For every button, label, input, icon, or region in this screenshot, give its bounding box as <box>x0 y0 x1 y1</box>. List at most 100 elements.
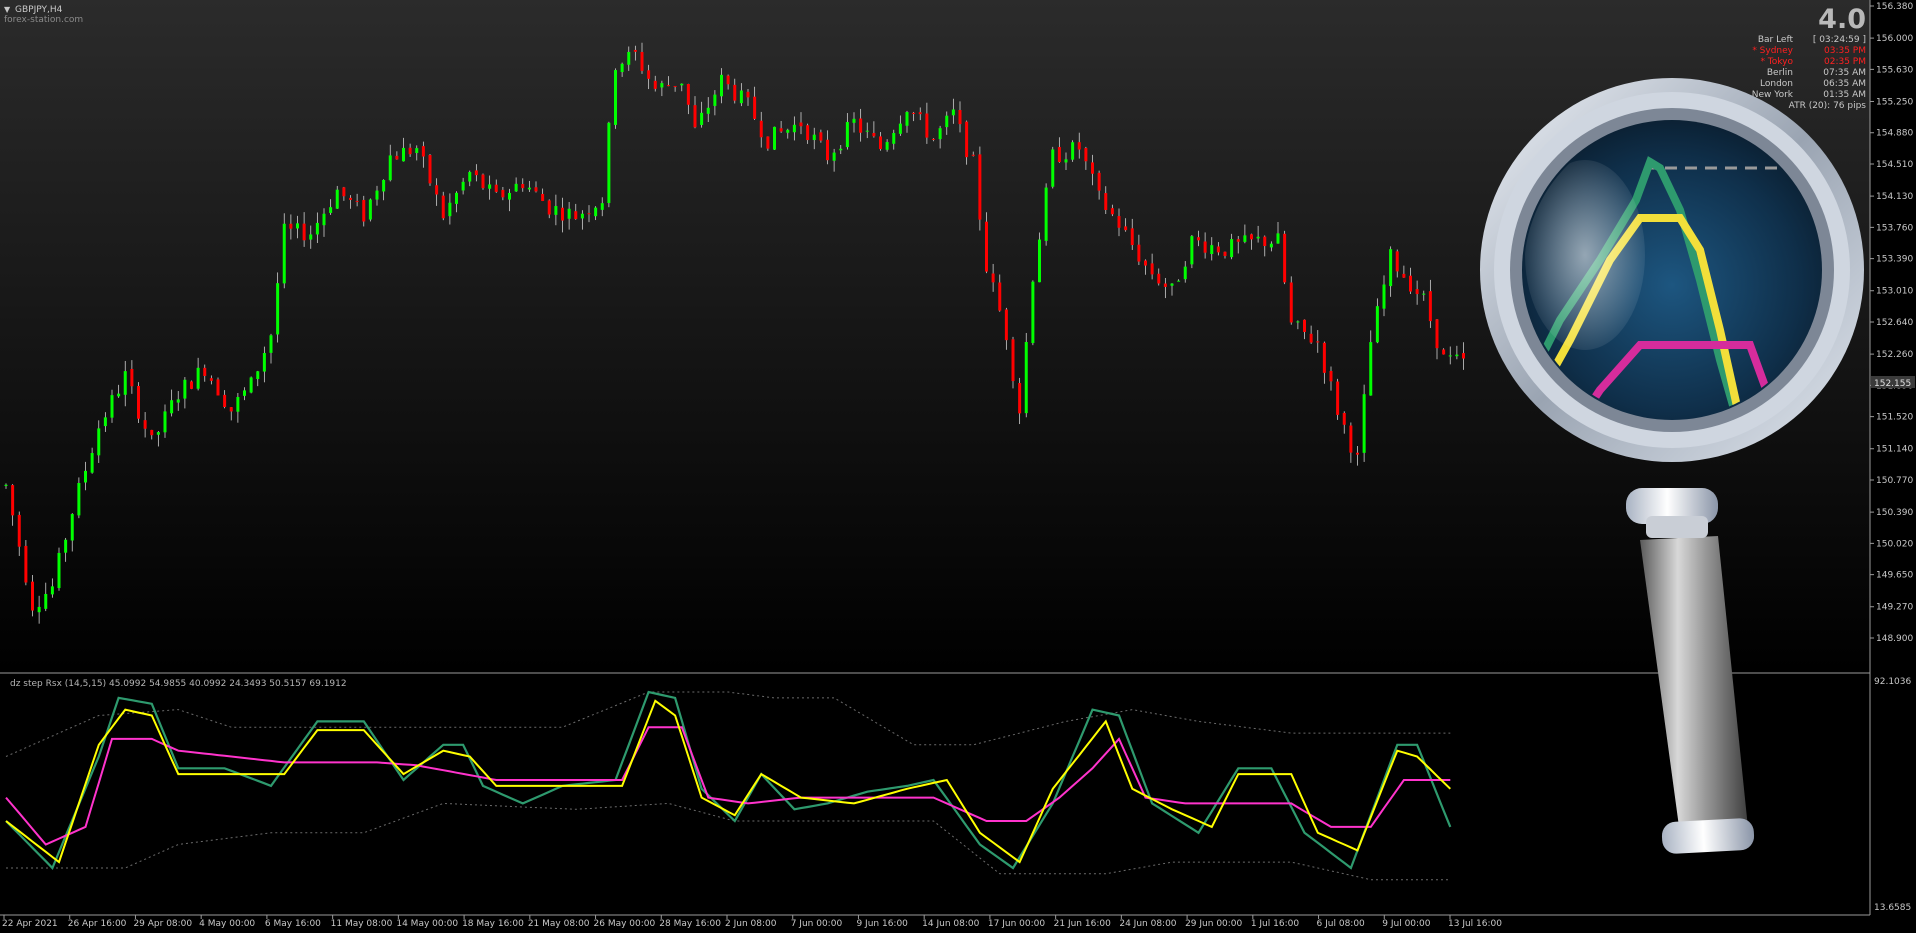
candle-body <box>885 142 889 150</box>
candle-body <box>514 183 518 192</box>
candle-body <box>1223 251 1227 256</box>
candle-body <box>1084 148 1088 162</box>
candle-body <box>1057 147 1061 163</box>
candle-body <box>1177 280 1181 282</box>
candle-body <box>216 379 220 396</box>
session-name: * Sydney <box>1752 46 1793 56</box>
candle-body <box>547 200 551 215</box>
price-tick-label: 150.770 <box>1876 476 1913 486</box>
time-tick-label: 18 May 16:00 <box>462 919 524 929</box>
candle-body <box>594 207 598 217</box>
candle-body <box>958 109 962 125</box>
current-price-value: 152.155 <box>1874 379 1911 389</box>
candle-body <box>309 234 313 240</box>
candle-body <box>1104 193 1108 210</box>
candle-body <box>951 109 955 116</box>
candle-body <box>441 195 445 219</box>
candle-body <box>554 206 558 215</box>
time-tick-label: 28 May 16:00 <box>659 919 721 929</box>
candle-body <box>852 118 856 123</box>
candle-body <box>461 181 465 191</box>
candle-body <box>580 213 584 219</box>
candle-body <box>501 189 505 198</box>
time-tick-label: 24 Jun 08:00 <box>1119 919 1176 929</box>
candle-body <box>647 70 651 79</box>
chart-menu-arrow-icon[interactable]: ▼ <box>4 5 11 14</box>
candle-body <box>1216 246 1220 253</box>
candle-body <box>468 172 472 182</box>
candle-body <box>826 139 829 161</box>
candle-body <box>587 213 591 215</box>
candle-body <box>362 199 366 222</box>
indicator-label: dz step Rsx (14,5,15) 45.0992 54.9855 40… <box>10 679 347 689</box>
candle-body <box>117 393 121 397</box>
bar-left-value: [ 03:24:59 ] <box>1813 35 1866 45</box>
candle-body <box>44 593 48 609</box>
candle-body <box>130 368 134 387</box>
indicator-max-label: 92.1036 <box>1874 677 1911 687</box>
price-tick-label: 151.140 <box>1876 445 1913 455</box>
candle-body <box>421 146 425 157</box>
candle-body <box>1442 349 1446 355</box>
candle-body <box>686 83 690 105</box>
time-axis-ticks: 22 Apr 2021 26 Apr 16:00 29 Apr 08:00 4 May… <box>2 915 1502 929</box>
candle-body <box>1150 263 1154 275</box>
candle-body <box>70 514 74 541</box>
candle-body <box>746 91 750 98</box>
candle-body <box>256 371 260 380</box>
candle-body <box>1110 208 1114 215</box>
time-tick-label: 14 Jun 08:00 <box>922 919 979 929</box>
candle-body <box>1044 187 1048 241</box>
candle-body <box>965 121 969 158</box>
candle-body <box>455 192 458 204</box>
candle-body <box>428 154 432 184</box>
session-name: * Tokyo <box>1760 57 1793 67</box>
session-name: London <box>1760 79 1793 89</box>
candle-body <box>633 49 637 52</box>
candle-body <box>1077 142 1081 150</box>
time-tick-label: 9 Jul 00:00 <box>1382 919 1431 929</box>
candle-body <box>415 148 419 153</box>
price-tick-label: 154.510 <box>1876 160 1913 170</box>
candle-body <box>713 94 717 106</box>
candle-body <box>872 132 876 137</box>
price-tick-label: 150.390 <box>1876 508 1913 518</box>
candle-body <box>812 134 816 141</box>
candle-body <box>574 211 578 220</box>
candle-body <box>223 394 227 407</box>
candle-body <box>156 432 160 435</box>
candle-body <box>799 122 803 127</box>
candle-body <box>1395 251 1399 272</box>
candle-body <box>680 83 684 86</box>
candle-body <box>150 429 154 436</box>
time-tick-label: 7 Jun 00:00 <box>791 919 843 929</box>
candle-body <box>97 428 101 456</box>
price-tick-label: 150.020 <box>1876 539 1913 549</box>
candle-body <box>978 154 982 220</box>
candle-body <box>845 122 849 148</box>
trading-chart[interactable]: 156.380 156.000 155.630 155.250 154.880 154.5… <box>0 0 1916 933</box>
candle-body <box>640 51 644 71</box>
candle-body <box>541 193 545 201</box>
candle-body <box>349 197 352 200</box>
candle-body <box>779 128 783 132</box>
candle-body <box>567 208 571 219</box>
candle-body <box>1428 291 1432 322</box>
candle-body <box>1362 394 1366 453</box>
candle-body <box>137 385 140 419</box>
candle-body <box>1004 309 1008 341</box>
candle-body <box>620 63 624 73</box>
candle-body <box>302 223 306 241</box>
candle-body <box>739 90 743 104</box>
candle-body <box>57 552 61 589</box>
candle-body <box>1283 233 1287 283</box>
time-tick-label: 4 May 00:00 <box>199 919 255 929</box>
candle-body <box>1137 244 1141 262</box>
price-tick-label: 149.650 <box>1876 571 1913 581</box>
time-tick-label: 26 May 00:00 <box>594 919 656 929</box>
bar-left-label: Bar Left <box>1758 35 1794 45</box>
candle-body <box>335 189 339 209</box>
candle-body <box>726 75 730 85</box>
price-tick-label: 152.260 <box>1876 350 1913 360</box>
candle-body <box>1031 281 1035 344</box>
